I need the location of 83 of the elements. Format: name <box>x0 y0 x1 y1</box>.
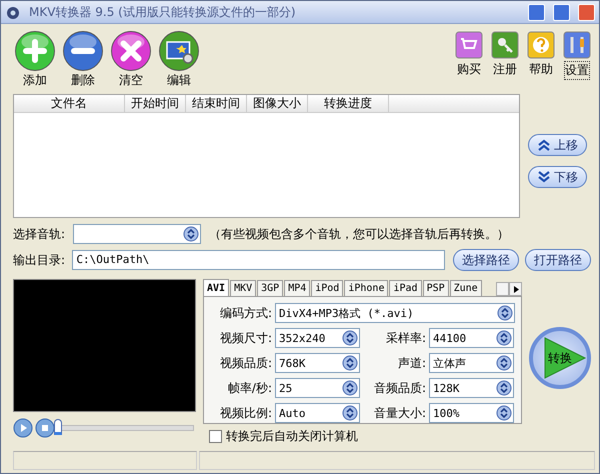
column-header[interactable]: 开始时间 <box>125 95 186 112</box>
setting-label: 声道: <box>396 354 426 372</box>
checkbox-label: 转换完后自动关闭计算机 <box>226 428 358 445</box>
window-title: MKV转换器 9.5 (试用版只能转换源文件的一部分) <box>29 4 297 20</box>
audio-track-note: （有些视频包含多个音轨，您可以选择音轨后再转换。） <box>209 226 509 242</box>
output-folder-label: 输出目录: <box>13 252 66 268</box>
cross-icon <box>110 30 152 72</box>
toolbar-button[interactable]: 清空 <box>109 30 153 89</box>
picture-frame-icon <box>158 30 200 72</box>
dropdown-icon[interactable] <box>496 380 512 396</box>
toolbar-button[interactable]: 添加 <box>13 30 57 89</box>
dropdown-icon[interactable] <box>497 305 513 321</box>
maximize-button[interactable] <box>553 4 570 20</box>
question-mark-icon <box>527 31 555 59</box>
dropdown-icon[interactable] <box>342 380 358 396</box>
format-tab[interactable]: iPod <box>311 280 344 296</box>
toolbar-button[interactable]: 删除 <box>61 30 105 89</box>
toolbar-button[interactable]: 注册 <box>489 30 521 80</box>
dropdown-icon[interactable] <box>496 330 512 346</box>
right-arrow-icon <box>514 286 519 293</box>
move-up-button[interactable]: 上移 <box>528 134 587 156</box>
setting-label: 音量大小: <box>372 404 426 422</box>
format-tab[interactable]: Zune <box>450 280 482 296</box>
column-header[interactable]: 文件名 <box>14 95 125 112</box>
checkbox[interactable] <box>209 430 222 443</box>
setting-label: 视频比例: <box>218 404 272 422</box>
encoding-dropdown[interactable]: DivX4+MP3格式 (*.avi) <box>275 303 515 323</box>
app-icon <box>5 4 21 20</box>
setting-label: 编码方式: <box>218 304 272 322</box>
format-tab[interactable]: PSP <box>422 280 449 296</box>
setting-dropdown[interactable]: 352x240 <box>275 328 360 348</box>
output-folder-field[interactable]: C:\OutPath\ <box>72 250 445 270</box>
cart-icon <box>455 31 483 59</box>
double-down-chevron-icon <box>537 171 551 183</box>
dropdown-icon[interactable] <box>342 330 358 346</box>
seek-slider[interactable] <box>54 419 62 435</box>
setting-dropdown[interactable]: 44100 <box>429 328 514 348</box>
setting-dropdown[interactable]: 768K <box>275 353 360 373</box>
stop-button[interactable] <box>35 418 55 438</box>
dropdown-icon[interactable] <box>342 355 358 371</box>
audio-track-label: 选择音轨: <box>13 226 66 242</box>
file-list[interactable]: 文件名 开始时间 结束时间 图像大小 转换进度 <box>13 94 520 218</box>
format-tab[interactable]: iPad <box>389 280 422 296</box>
move-down-button[interactable]: 下移 <box>528 166 587 188</box>
toolbar-button[interactable]: 购买 <box>453 30 485 80</box>
dropdown-icon[interactable] <box>496 405 512 421</box>
dropdown-icon[interactable] <box>342 405 358 421</box>
setting-dropdown[interactable]: Auto <box>275 403 360 423</box>
setting-label: 视频尺寸: <box>218 330 272 346</box>
plus-icon <box>14 30 56 72</box>
setting-dropdown[interactable]: 立体声 <box>429 353 514 373</box>
path-button[interactable]: 选择路径 <box>453 249 519 271</box>
setting-dropdown[interactable]: 128K <box>429 378 514 398</box>
setting-label: 帧率/秒: <box>226 380 272 396</box>
format-tab[interactable]: MKV <box>230 280 256 296</box>
toolbar-button[interactable]: 设置 <box>561 30 593 80</box>
path-button[interactable]: 打开路径 <box>525 249 591 271</box>
column-header[interactable]: 图像大小 <box>247 95 308 112</box>
format-tab[interactable]: AVI <box>203 279 230 296</box>
format-tab[interactable]: MP4 <box>284 280 310 296</box>
key-icon <box>491 31 519 59</box>
audio-track-dropdown[interactable] <box>73 224 201 244</box>
setting-dropdown[interactable]: 100% <box>429 403 514 423</box>
setting-label: 音频品质: <box>372 380 426 396</box>
dropdown-icon[interactable] <box>183 226 199 242</box>
setting-dropdown[interactable]: 25 <box>275 378 360 398</box>
close-button[interactable] <box>578 4 595 20</box>
double-up-chevron-icon <box>537 139 551 151</box>
setting-label: 视频品质: <box>218 354 272 372</box>
scroll-right-button[interactable] <box>509 282 522 296</box>
toolbar-button[interactable]: 帮助 <box>525 30 557 80</box>
convert-button[interactable]: 转换 <box>529 327 591 389</box>
tools-icon <box>563 31 591 59</box>
play-button[interactable] <box>13 418 33 438</box>
column-header[interactable]: 结束时间 <box>186 95 247 112</box>
format-tab[interactable]: 3GP <box>257 280 284 296</box>
dropdown-icon[interactable] <box>496 355 512 371</box>
minimize-button[interactable] <box>528 4 545 20</box>
toolbar-button[interactable]: 编辑 <box>157 30 201 89</box>
setting-label: 采样率: <box>384 330 426 346</box>
column-header[interactable]: 转换进度 <box>308 95 389 112</box>
format-tab[interactable]: iPhone <box>344 280 388 296</box>
minus-icon <box>62 30 104 72</box>
